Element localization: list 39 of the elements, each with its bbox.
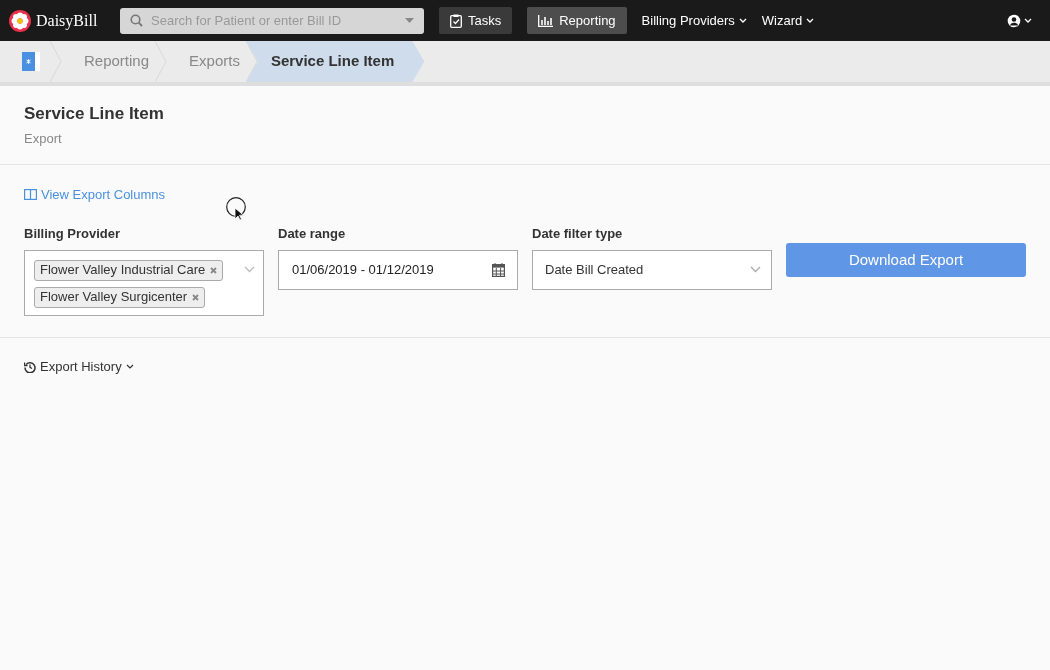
field-label: Billing Provider [24, 225, 122, 243]
caret-icon [405, 18, 414, 23]
chevron-down-icon [738, 18, 747, 23]
nav-dropdown[interactable]: Billing Providers [641, 7, 747, 34]
date-range-field[interactable]: 01/06/2019 - 01/12/2019 [278, 249, 518, 290]
provider-tag: Flower Valley Surgicenter [34, 286, 206, 308]
page-title: Service Line Item [24, 103, 165, 125]
user-icon [1007, 13, 1021, 28]
search-input: Search for Patient or enter Bill ID [151, 10, 397, 31]
history-icon [24, 360, 36, 373]
app-name: DaisyBill [36, 10, 98, 32]
search-icon [130, 14, 143, 27]
export-history-toggle[interactable]: Export History [24, 356, 134, 377]
remove-icon[interactable] [210, 266, 218, 274]
breadcrumb[interactable]: Service Line Item [245, 41, 425, 82]
chevron-down-icon [125, 364, 134, 369]
chevron-down-icon [806, 18, 815, 23]
field-label: Date filter type [532, 225, 624, 243]
chevron-down-icon [750, 266, 761, 273]
columns-icon [24, 189, 37, 200]
nav-dropdown[interactable]: Wizard [761, 7, 815, 34]
daisy-logo-icon [9, 9, 31, 32]
billing-provider-select[interactable]: Flower Valley Industrial Care Flower Valley Surgicenter [24, 249, 264, 316]
home-icon[interactable] [22, 52, 40, 71]
user-menu[interactable] [1007, 13, 1032, 28]
chevron-down-icon [1024, 18, 1032, 23]
calendar-icon [492, 262, 505, 277]
remove-icon[interactable] [192, 293, 200, 301]
cursor-icon [226, 197, 247, 223]
provider-tag: Flower Valley Industrial Care [34, 259, 224, 281]
bar-chart-icon [538, 14, 554, 27]
search-field[interactable]: Search for Patient or enter Bill ID [120, 7, 424, 34]
page-subtitle: Export [24, 129, 63, 148]
chevron-down-icon [244, 265, 255, 273]
clipboard-icon [450, 13, 462, 28]
nav-button[interactable]: Reporting [527, 7, 627, 34]
nav-button[interactable]: Tasks [439, 7, 513, 34]
date-filter-select[interactable]: Date Bill Created [532, 249, 772, 290]
field-label: Date range [278, 225, 347, 243]
